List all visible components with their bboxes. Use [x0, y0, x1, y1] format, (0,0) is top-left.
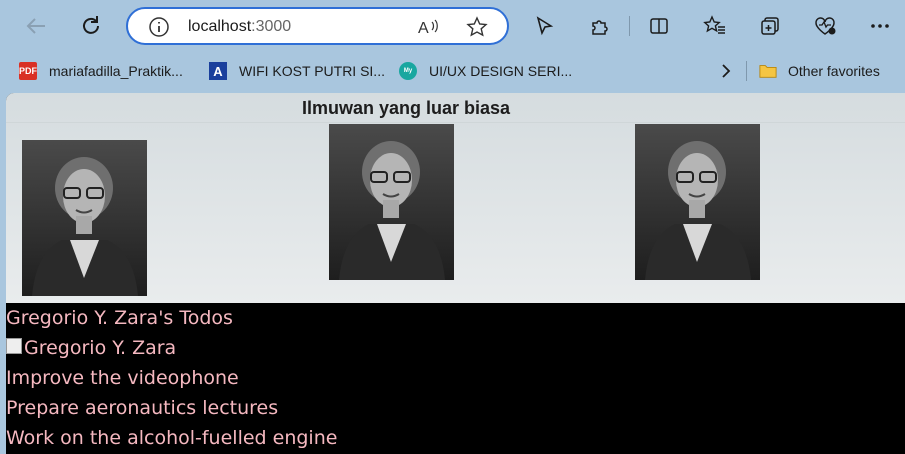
pdf-icon: PDF [19, 62, 37, 80]
bookmarks-divider [746, 61, 747, 81]
myskill-icon: My [399, 62, 417, 80]
more-options-icon[interactable] [866, 12, 894, 40]
folder-icon [759, 62, 777, 80]
url-text: localhost:3000 [188, 18, 292, 35]
bookmark-item[interactable]: PDF mariafadilla_Praktik... [19, 61, 183, 81]
browser-toolbar: localhost:3000 A [0, 0, 905, 55]
bookmark-label: UI/UX DESIGN SERI... [429, 63, 573, 79]
other-favorites-label: Other favorites [788, 63, 880, 79]
address-bar[interactable]: localhost:3000 A [126, 7, 509, 45]
scientist-portrait [635, 124, 760, 280]
browser-essentials-icon[interactable] [811, 12, 839, 40]
chevron-right-icon[interactable] [712, 57, 740, 85]
bookmark-label: WIFI KOST PUTRI SI... [239, 63, 385, 79]
favorites-icon[interactable] [701, 12, 729, 40]
todo-item: Improve the videophone [6, 367, 239, 389]
extensions-icon[interactable] [586, 12, 614, 40]
avatar-alt-text: Gregorio Y. Zara [24, 337, 177, 359]
info-icon[interactable] [148, 16, 170, 42]
todo-item: Work on the alcohol-fuelled engine [6, 427, 338, 449]
scientist-portrait [22, 140, 147, 296]
bookmark-item[interactable]: A WIFI KOST PUTRI SI... [209, 61, 385, 81]
bookmarks-bar: PDF mariafadilla_Praktik... A WIFI KOST … [0, 55, 905, 88]
page-viewport: Ilmuwan yang luar biasa Gregorio Y. Zara… [6, 93, 905, 454]
split-screen-icon[interactable] [645, 12, 673, 40]
todo-heading: Gregorio Y. Zara's Todos [6, 307, 233, 329]
avatar: Gregorio Y. Zara [6, 333, 905, 363]
gallery-title: Ilmuwan yang luar biasa [301, 98, 511, 118]
gallery-section: Ilmuwan yang luar biasa [6, 93, 905, 303]
toolbar-divider [629, 16, 630, 36]
bookmark-label: mariafadilla_Praktik... [49, 63, 183, 79]
svg-text:A: A [418, 20, 429, 37]
scientist-portrait [329, 124, 454, 280]
refresh-icon[interactable] [77, 12, 105, 40]
a-letter-icon: A [209, 62, 227, 80]
collections-icon[interactable] [756, 12, 784, 40]
broken-image-icon [6, 338, 24, 354]
back-icon[interactable] [22, 12, 50, 40]
todo-item: Prepare aeronautics lectures [6, 397, 279, 419]
bookmark-item[interactable]: My UI/UX DESIGN SERI... [399, 61, 572, 81]
read-aloud-icon[interactable]: A [418, 17, 440, 41]
other-favorites-folder[interactable]: Other favorites [759, 61, 880, 81]
cursor-icon[interactable] [530, 12, 558, 40]
heading-divider [6, 122, 905, 123]
todo-section: Gregorio Y. Zara's Todos Gregorio Y. Zar… [6, 303, 905, 453]
favorite-star-icon[interactable] [466, 16, 488, 42]
